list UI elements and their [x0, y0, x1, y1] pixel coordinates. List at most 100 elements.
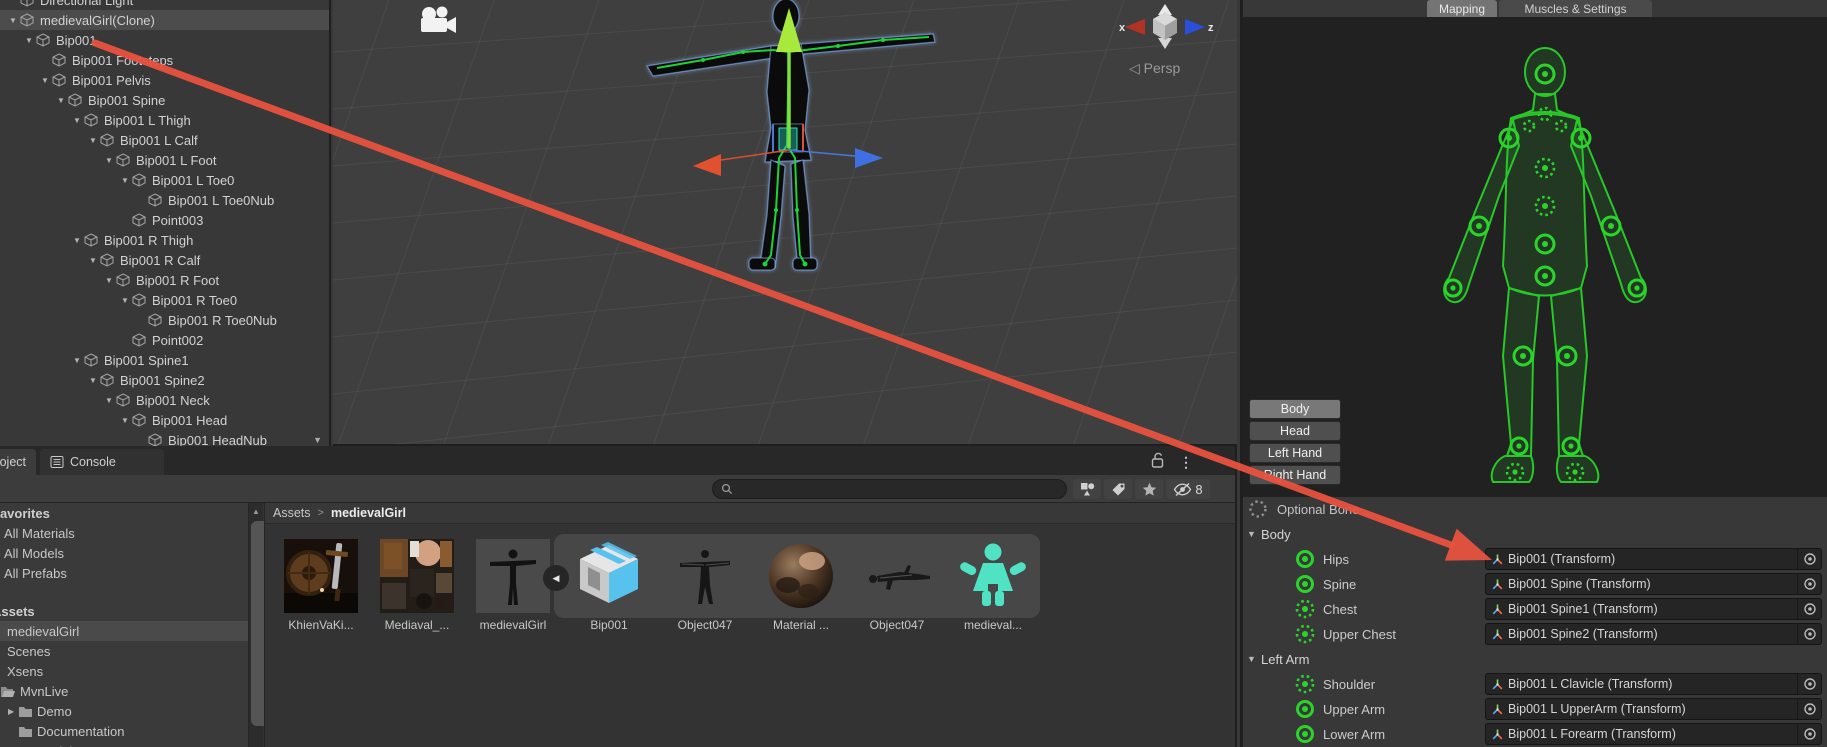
mapping-section-header[interactable]: ▼ Body — [1243, 522, 1827, 547]
folder-item[interactable]: Scenes — [0, 641, 248, 661]
bone-object-field[interactable]: Bip001 L UpperArm (Transform) — [1485, 698, 1822, 720]
foldout-icon[interactable]: ▼ — [54, 96, 68, 105]
hierarchy-item[interactable]: ▼ Bip001 R Thigh — [0, 230, 329, 250]
filter-by-type-icon[interactable] — [1073, 479, 1101, 499]
hierarchy-item[interactable]: Directional Light — [0, 0, 329, 10]
move-gizmo[interactable] — [693, 8, 883, 176]
foldout-icon[interactable]: ▼ — [102, 156, 116, 165]
part-button-left-hand[interactable]: Left Hand — [1249, 443, 1341, 463]
hierarchy-item[interactable]: ▼ Bip001 Pelvis — [0, 70, 329, 90]
foldout-icon[interactable]: ▶ — [8, 707, 18, 716]
asset-item[interactable]: Object047 — [657, 539, 753, 632]
asset-item[interactable]: Bip001 — [561, 539, 657, 632]
hierarchy-item[interactable]: ▼ Bip001 L Toe0 — [0, 170, 329, 190]
hierarchy-item[interactable]: Bip001 HeadNub ▼ — [0, 430, 329, 446]
scroll-up-icon[interactable]: ▲ — [249, 503, 263, 516]
object-picker-icon[interactable] — [1797, 699, 1821, 719]
perspective-toggle[interactable]: ◁ Persp — [1129, 60, 1180, 77]
foldout-icon[interactable]: ▼ — [1247, 647, 1256, 672]
folder-item[interactable]: ▶Models — [0, 741, 248, 747]
folder-item[interactable]: Documentation — [0, 721, 248, 741]
hierarchy-item[interactable]: Point003 — [0, 210, 329, 230]
favorites-item[interactable]: All Models — [0, 543, 248, 563]
asset-item[interactable]: Mediaval_... — [369, 539, 465, 632]
hierarchy-item[interactable]: Bip001 Footsteps — [0, 50, 329, 70]
filter-by-label-icon[interactable] — [1104, 479, 1132, 499]
foldout-icon[interactable]: ▼ — [1247, 522, 1256, 547]
hierarchy-item[interactable]: ▼ Bip001 Spine1 — [0, 350, 329, 370]
hidden-count-toggle[interactable]: 8 — [1166, 479, 1210, 499]
hierarchy-item[interactable]: ▼ Bip001 — [0, 30, 329, 50]
view-orientation-gizmo[interactable]: x z — [1115, 2, 1215, 52]
bone-object-field[interactable]: Bip001 Spine (Transform) — [1485, 573, 1822, 595]
foldout-icon[interactable]: ▼ — [102, 276, 116, 285]
foldout-icon[interactable]: ▼ — [70, 236, 84, 245]
object-picker-icon[interactable] — [1797, 674, 1821, 694]
scene-view[interactable]: x z ◁ Persp — [333, 0, 1237, 446]
favorites-star-icon[interactable] — [1135, 479, 1163, 499]
folder-item[interactable]: ▶ Demo — [0, 701, 248, 721]
folder-item[interactable]: MvnLive — [0, 681, 248, 701]
hierarchy-item[interactable]: ▼ medievalGirl(Clone) — [0, 10, 329, 30]
hierarchy-item[interactable]: ▼ Bip001 L Calf — [0, 130, 329, 150]
foldout-icon[interactable]: ▼ — [102, 396, 116, 405]
bone-object-field[interactable]: Bip001 L Forearm (Transform) — [1485, 723, 1822, 745]
hierarchy-item[interactable]: ▼ Bip001 R Calf — [0, 250, 329, 270]
character-model[interactable] — [633, 0, 953, 290]
foldout-icon[interactable]: ▼ — [6, 16, 20, 25]
hierarchy-item[interactable]: Point002 — [0, 330, 329, 350]
foldout-icon[interactable]: ▼ — [70, 356, 84, 365]
tab-muscles-settings[interactable]: Muscles & Settings — [1499, 0, 1652, 17]
part-button-right-hand[interactable]: Right Hand — [1249, 465, 1341, 485]
collapse-subassets-icon[interactable]: ◀ — [543, 565, 569, 591]
lock-open-icon[interactable] — [1150, 452, 1165, 473]
search-field[interactable] — [712, 479, 1067, 499]
folder-item[interactable]: Xsens — [0, 661, 248, 681]
asset-item[interactable]: KhienVaKi... — [273, 539, 369, 632]
object-picker-icon[interactable] — [1797, 574, 1821, 594]
search-input[interactable] — [733, 481, 1033, 497]
kebab-menu-icon[interactable]: ⋮ — [1179, 454, 1193, 471]
tab-console[interactable]: Console — [40, 449, 164, 475]
project-tree-scrollbar[interactable]: ▲ — [248, 503, 325, 747]
hierarchy-item[interactable]: Bip001 L Toe0Nub — [0, 190, 329, 210]
hierarchy-item[interactable]: ▼ Bip001 Head — [0, 410, 329, 430]
hierarchy-item[interactable]: ▼ Bip001 L Foot — [0, 150, 329, 170]
foldout-icon[interactable]: ▼ — [70, 116, 84, 125]
tree-section-header[interactable]: Assets — [0, 601, 248, 621]
foldout-icon[interactable]: ▼ — [86, 136, 100, 145]
bone-object-field[interactable]: Bip001 Spine2 (Transform) — [1485, 623, 1822, 645]
part-button-body[interactable]: Body — [1249, 399, 1341, 419]
foldout-icon[interactable]: ▼ — [118, 416, 132, 425]
favorites-item[interactable]: All Prefabs — [0, 563, 248, 583]
bone-object-field[interactable]: Bip001 Spine1 (Transform) — [1485, 598, 1822, 620]
tab-project[interactable]: Project — [0, 449, 36, 475]
asset-item[interactable]: Object047 — [849, 539, 945, 632]
object-picker-icon[interactable] — [1797, 624, 1821, 644]
asset-item[interactable]: medieval... — [945, 539, 1041, 632]
folder-item[interactable]: medievalGirl — [0, 621, 248, 641]
hierarchy-item[interactable]: ▼ Bip001 R Toe0 — [0, 290, 329, 310]
foldout-icon[interactable]: ▼ — [22, 36, 36, 45]
foldout-icon[interactable]: ▼ — [86, 376, 100, 385]
foldout-icon[interactable]: ▼ — [118, 176, 132, 185]
favorites-item[interactable]: All Materials — [0, 523, 248, 543]
part-button-head[interactable]: Head — [1249, 421, 1341, 441]
hierarchy-item[interactable]: Bip001 R Toe0Nub — [0, 310, 329, 330]
foldout-icon[interactable]: ▼ — [86, 256, 100, 265]
bone-object-field[interactable]: Bip001 (Transform) — [1485, 548, 1822, 570]
tree-section-header[interactable]: Favorites — [0, 503, 248, 523]
object-picker-icon[interactable] — [1797, 549, 1821, 569]
mapping-section-header[interactable]: ▼ Left Arm — [1243, 647, 1827, 672]
hierarchy-item[interactable]: ▼ Bip001 Spine — [0, 90, 329, 110]
chevron-down-icon[interactable]: ▼ — [313, 435, 322, 445]
breadcrumb-current[interactable]: medievalGirl — [331, 506, 406, 520]
object-picker-icon[interactable] — [1797, 599, 1821, 619]
tab-mapping[interactable]: Mapping — [1427, 0, 1497, 17]
bone-object-field[interactable]: Bip001 L Clavicle (Transform) — [1485, 673, 1822, 695]
avatar-body-diagram[interactable] — [1435, 26, 1655, 488]
asset-item[interactable]: Material ... — [753, 539, 849, 632]
foldout-icon[interactable]: ▼ — [38, 76, 52, 85]
hierarchy-item[interactable]: ▼ Bip001 Spine2 — [0, 370, 329, 390]
camera-gizmo-icon[interactable] — [418, 4, 458, 38]
